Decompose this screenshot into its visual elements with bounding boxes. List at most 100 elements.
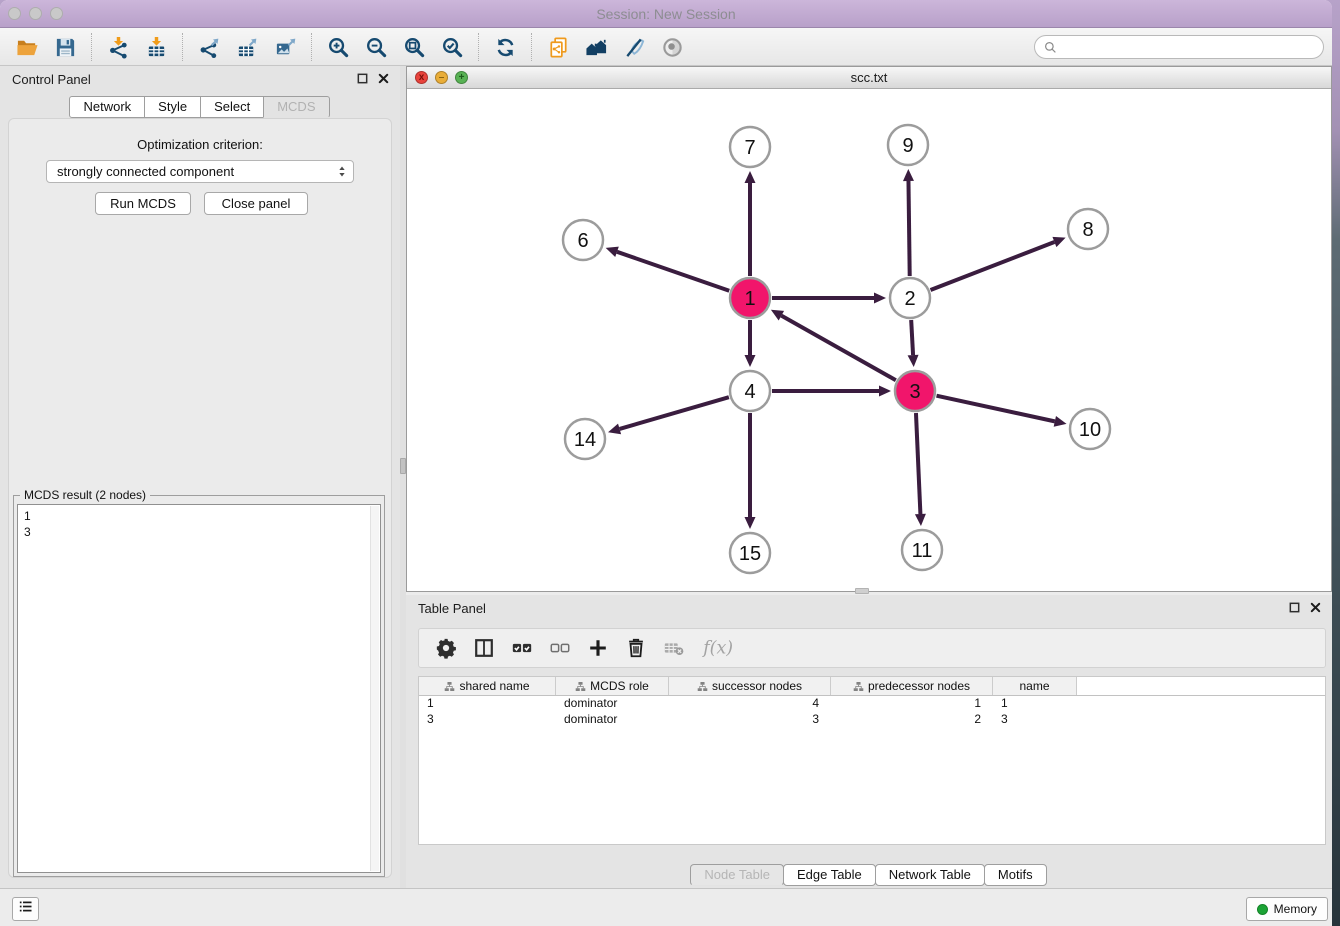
export-table-icon	[236, 36, 259, 59]
tab-node-table[interactable]: Node Table	[690, 864, 784, 886]
table-cell[interactable]: 1	[993, 696, 1077, 712]
node-label-3: 3	[909, 381, 920, 403]
refresh-button[interactable]	[490, 32, 520, 62]
edge-2-8[interactable]	[931, 242, 1055, 290]
export-image-button[interactable]	[270, 32, 300, 62]
uncheck-all-icon	[549, 637, 571, 659]
arrowhead-1-7	[745, 171, 756, 183]
edge-4-14[interactable]	[620, 397, 729, 429]
hide-annotations-button[interactable]	[619, 32, 649, 62]
search-box[interactable]	[1034, 35, 1324, 59]
close-panel-icon[interactable]	[377, 72, 390, 85]
table-cell[interactable]: 3	[419, 712, 556, 728]
node-label-6: 6	[577, 230, 588, 252]
column-header-name[interactable]: name	[993, 677, 1077, 695]
table-cell[interactable]: dominator	[556, 712, 669, 728]
table-cell[interactable]: 2	[831, 712, 993, 728]
delete-table-button	[659, 633, 689, 663]
table-cell[interactable]: 1	[831, 696, 993, 712]
result-line: 3	[24, 524, 374, 540]
graphics-details-button[interactable]	[657, 32, 687, 62]
horizontal-splitter[interactable]	[855, 588, 869, 594]
edge-2-9[interactable]	[908, 181, 909, 276]
import-table-button[interactable]	[141, 32, 171, 62]
edge-3-1[interactable]	[781, 316, 895, 381]
control-panel-tabs: NetworkStyleSelectMCDS	[0, 96, 400, 118]
column-label: predecessor nodes	[868, 679, 970, 693]
open-file-button[interactable]	[12, 32, 42, 62]
column-layout-button[interactable]	[469, 633, 499, 663]
run-mcds-button[interactable]: Run MCDS	[95, 192, 191, 215]
node-table: shared nameMCDS rolesuccessor nodes prede…	[418, 676, 1326, 845]
table-cell[interactable]: 3	[993, 712, 1077, 728]
arrowhead-4-3	[879, 386, 891, 397]
table-panel-title: Table Panel	[418, 601, 486, 616]
memory-button[interactable]: Memory	[1246, 897, 1328, 921]
zoom-selected-button[interactable]	[437, 32, 467, 62]
network-graph[interactable]: 7968124314101511	[407, 89, 1331, 592]
show-panels-button[interactable]	[12, 897, 39, 921]
column-header-successor-nodes[interactable]: successor nodes	[669, 677, 831, 695]
close-panel-icon[interactable]	[1309, 601, 1322, 614]
window-titlebar[interactable]: Session: New Session	[0, 0, 1332, 28]
zoom-out-button[interactable]	[361, 32, 391, 62]
export-network-button[interactable]	[194, 32, 224, 62]
column-header-shared-name[interactable]: shared name	[419, 677, 556, 695]
zoom-in-button[interactable]	[323, 32, 353, 62]
network-window-titlebar[interactable]: x–+ scc.txt	[407, 67, 1331, 89]
edge-3-10[interactable]	[936, 396, 1054, 422]
close-panel-button[interactable]: Close panel	[204, 192, 308, 215]
mcds-result-lines: 13	[18, 505, 380, 543]
houses-icon	[585, 36, 608, 59]
table-cell[interactable]: 3	[669, 712, 831, 728]
select-all-button[interactable]	[507, 633, 537, 663]
arrowhead-4-14	[608, 424, 621, 435]
table-cell[interactable]: 4	[669, 696, 831, 712]
tab-edge-table[interactable]: Edge Table	[783, 864, 876, 886]
first-neighbors-button[interactable]	[581, 32, 611, 62]
node-label-15: 15	[739, 543, 761, 565]
table-row[interactable]: 1dominator411	[419, 696, 1325, 712]
export-image-icon	[274, 36, 297, 59]
edge-3-11[interactable]	[916, 413, 920, 514]
eye-icon	[661, 36, 684, 59]
export-table-button[interactable]	[232, 32, 262, 62]
criterion-dropdown[interactable]: strongly connected component	[46, 160, 354, 183]
delete-table-icon	[663, 637, 685, 659]
column-header-predecessor-nodes[interactable]: predecessor nodes	[831, 677, 993, 695]
add-column-button[interactable]	[583, 633, 613, 663]
edge-1-6[interactable]	[617, 252, 729, 291]
arrowhead-3-10	[1054, 416, 1067, 427]
arrowhead-2-9	[903, 169, 914, 181]
deselect-all-button[interactable]	[545, 633, 575, 663]
table-cell[interactable]: 1	[419, 696, 556, 712]
tab-style[interactable]: Style	[144, 96, 201, 118]
table-cell[interactable]: dominator	[556, 696, 669, 712]
tab-select[interactable]: Select	[200, 96, 264, 118]
tab-mcds[interactable]: MCDS	[263, 96, 329, 118]
mcds-panel: Optimization criterion: strongly connect…	[8, 118, 392, 878]
zoom-fit-button[interactable]	[399, 32, 429, 62]
tab-network[interactable]: Network	[69, 96, 145, 118]
chevron-updown-icon	[337, 164, 347, 179]
float-panel-icon[interactable]	[356, 72, 369, 85]
svg-text:f(x): f(x)	[701, 639, 733, 659]
column-header-MCDS-role[interactable]: MCDS role	[556, 677, 669, 695]
import-network-button[interactable]	[103, 32, 133, 62]
arrowhead-2-3	[908, 355, 919, 367]
result-scrollbar[interactable]	[370, 506, 379, 871]
search-input[interactable]	[1063, 37, 1315, 57]
main-toolbar-items	[8, 28, 691, 66]
save-session-button[interactable]	[50, 32, 80, 62]
mcds-result-area[interactable]: 13	[17, 504, 381, 873]
edge-2-3[interactable]	[911, 320, 913, 355]
window-title: Session: New Session	[0, 6, 1332, 22]
table-settings-button[interactable]	[431, 633, 461, 663]
tab-network-table[interactable]: Network Table	[875, 864, 985, 886]
table-row[interactable]: 3dominator323	[419, 712, 1325, 728]
delete-column-button[interactable]	[621, 633, 651, 663]
float-panel-icon[interactable]	[1288, 601, 1301, 614]
clone-network-button[interactable]	[543, 32, 573, 62]
node-label-9: 9	[902, 135, 913, 157]
tab-motifs[interactable]: Motifs	[984, 864, 1047, 886]
